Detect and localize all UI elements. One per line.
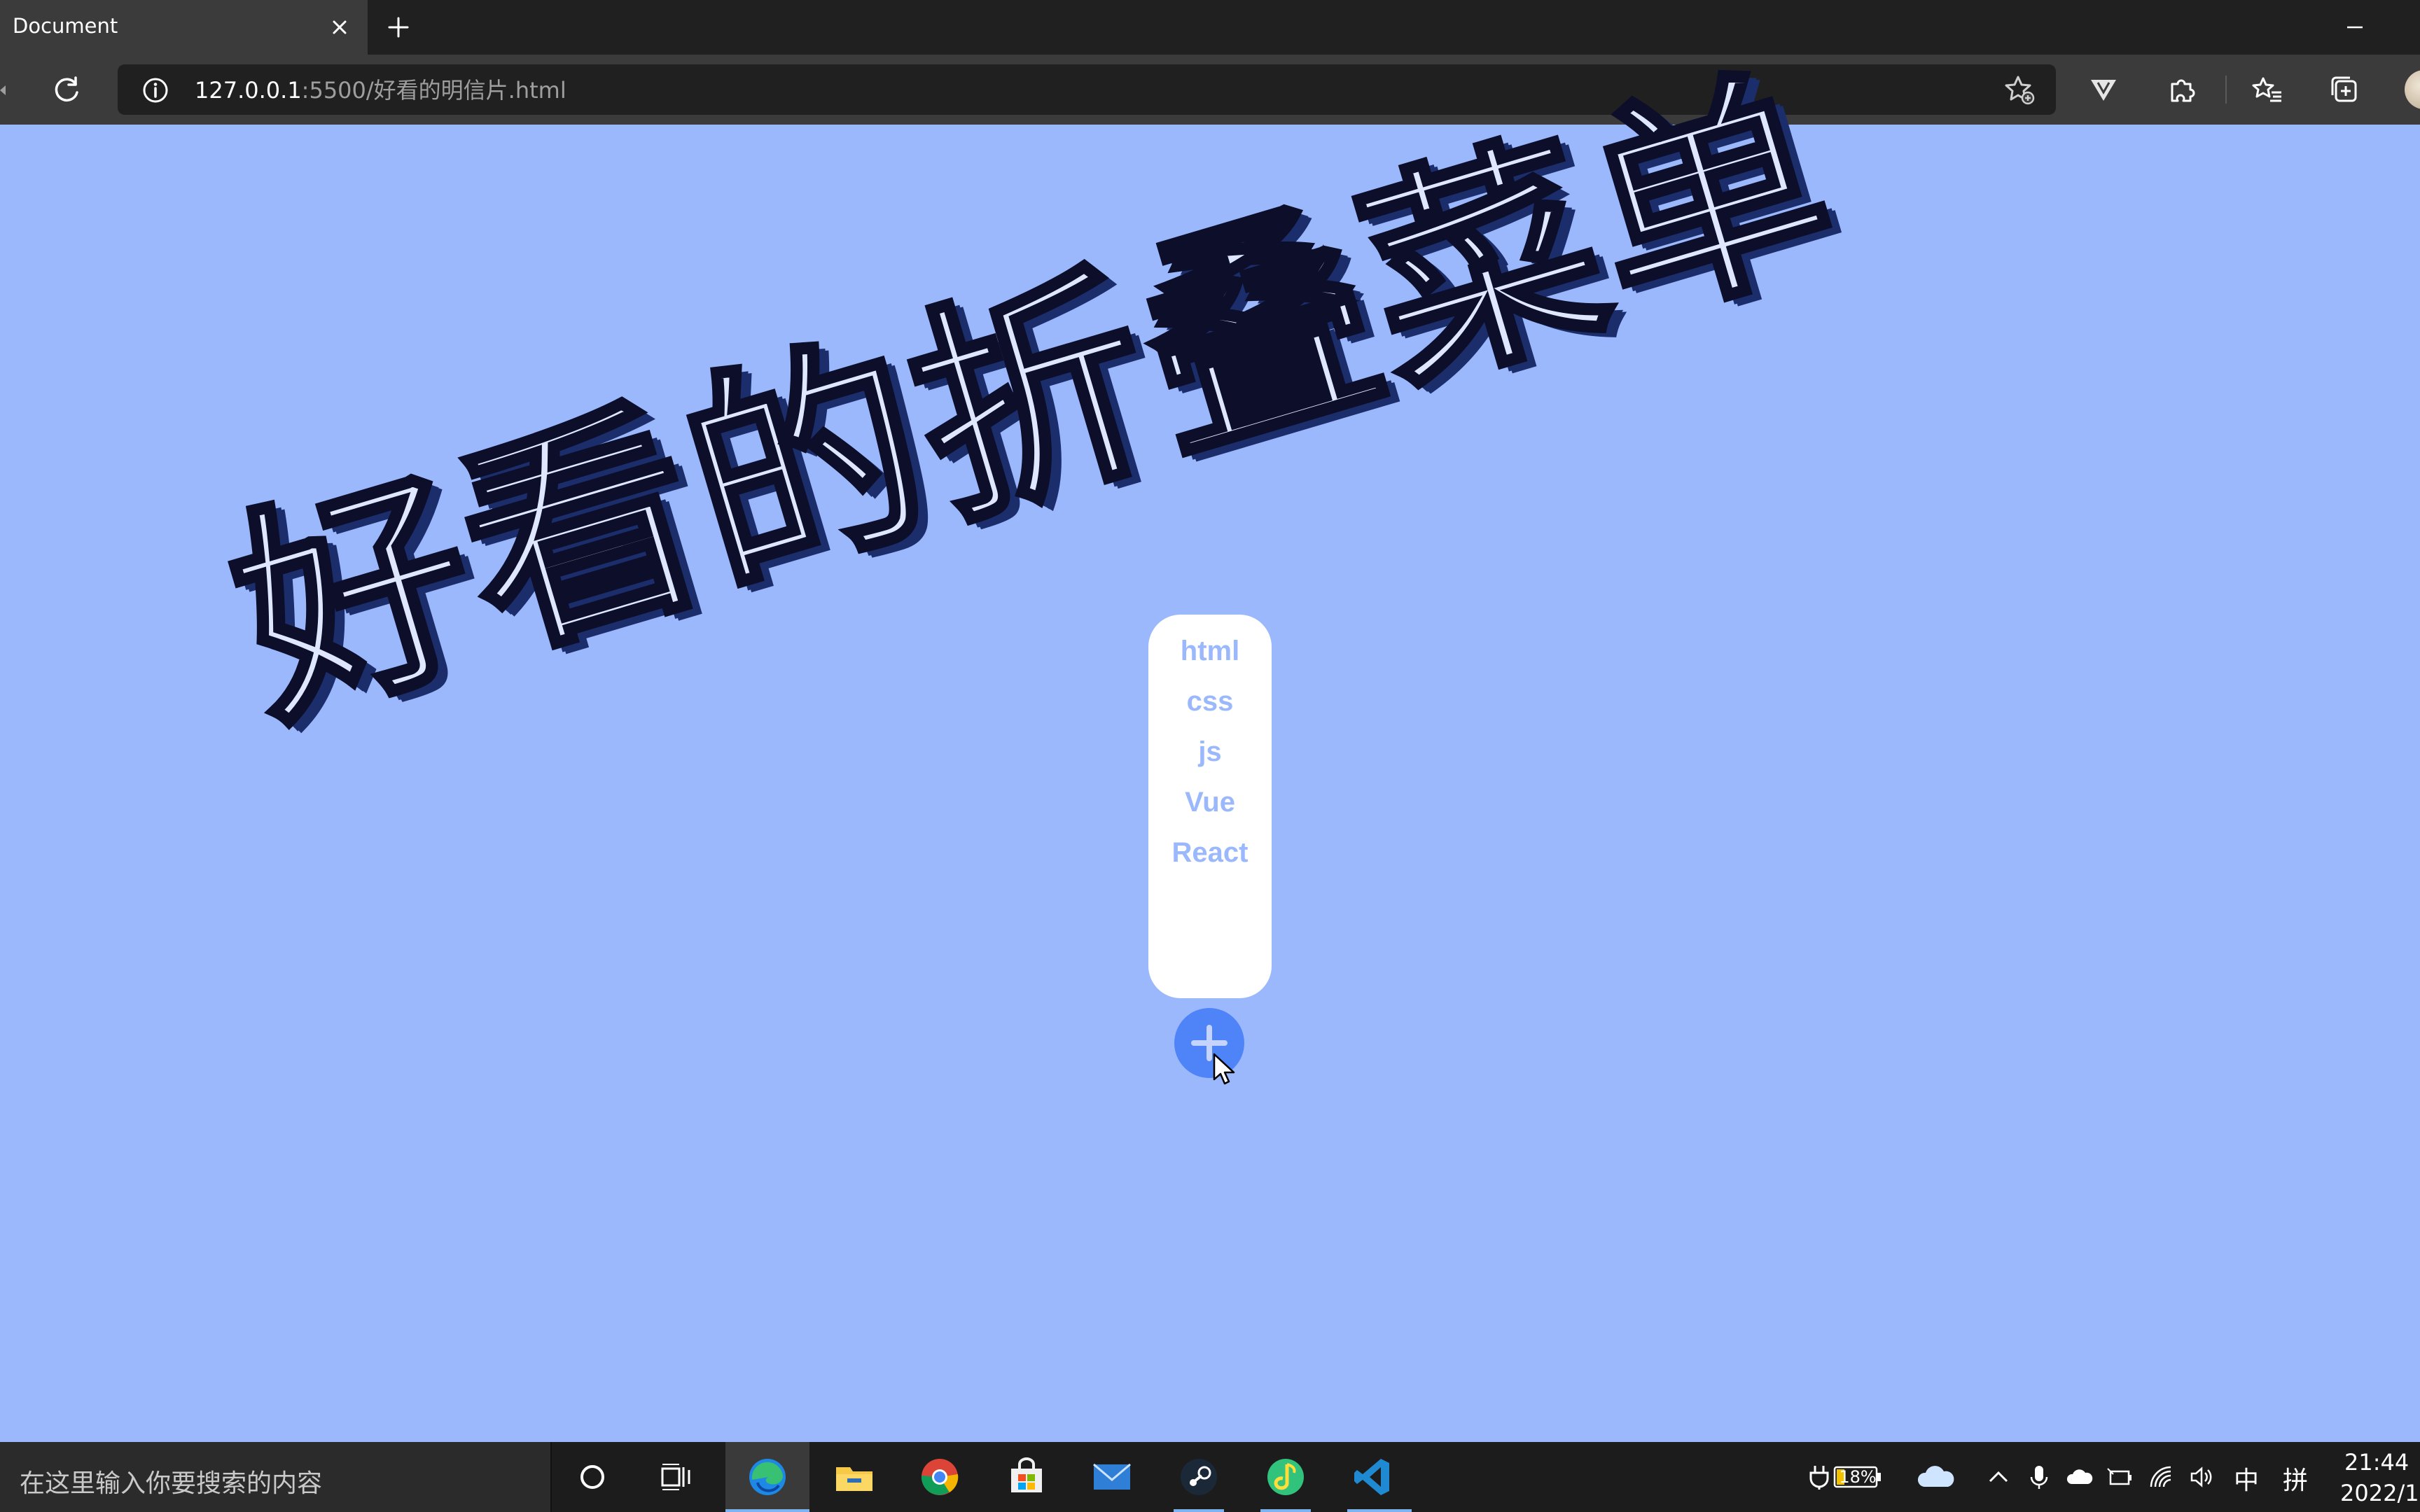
fold-menu-panel: html css js Vue React <box>1148 615 1272 998</box>
browser-toolbar: 127.0.0.1:5500/好看的明信片.html <box>0 55 2420 125</box>
url-text[interactable]: 127.0.0.1:5500/好看的明信片.html <box>195 73 566 105</box>
taskbar-active-indicator <box>725 1509 809 1512</box>
battery-indicator[interactable]: 18% <box>1833 1463 1882 1491</box>
browser-tab-strip: Document <box>0 0 2420 55</box>
edge-browser-icon[interactable] <box>745 1455 790 1499</box>
battery-percent: 18% <box>1839 1467 1877 1487</box>
power-plug-icon[interactable] <box>1805 1463 1833 1491</box>
extensions-puzzle-icon[interactable] <box>2164 71 2200 108</box>
wifi-icon[interactable] <box>2147 1463 2175 1491</box>
page-headline: 好看的折叠菜单 <box>204 33 1865 763</box>
extension-v-icon[interactable] <box>2085 71 2122 108</box>
profile-avatar[interactable] <box>2405 70 2420 109</box>
menu-item-js[interactable]: js <box>1148 727 1272 777</box>
browser-tab[interactable]: Document <box>0 0 368 55</box>
mouse-cursor-icon <box>1213 1053 1237 1086</box>
volume-icon[interactable] <box>2188 1463 2216 1491</box>
menu-item-html[interactable]: html <box>1148 626 1272 676</box>
taskbar-search-placeholder: 在这里输入你要搜索的内容 <box>20 1469 323 1498</box>
cloud-sync-icon[interactable] <box>2066 1463 2094 1491</box>
tab-title: Document <box>13 14 118 38</box>
battery-status-icon[interactable] <box>2106 1463 2134 1491</box>
steam-icon[interactable] <box>1176 1455 1221 1499</box>
taskbar-clock-time[interactable]: 21:44 <box>2344 1449 2409 1476</box>
chrome-icon[interactable] <box>917 1455 962 1499</box>
vscode-icon[interactable] <box>1350 1455 1395 1499</box>
back-arrow-icon[interactable] <box>0 80 7 101</box>
page-viewport: 好看的折叠菜单 html css js Vue React <box>0 33 2420 1442</box>
microphone-icon[interactable] <box>2025 1463 2053 1491</box>
toolbar-separator <box>2225 76 2227 104</box>
menu-item-vue[interactable]: Vue <box>1148 777 1272 827</box>
cortana-icon[interactable] <box>570 1455 615 1499</box>
minimize-window-icon[interactable] <box>2339 11 2371 43</box>
taskbar-clock-date[interactable]: 2022/1 <box>2340 1480 2419 1506</box>
url-path: :5500/好看的明信片.html <box>301 77 566 104</box>
mail-icon[interactable] <box>1090 1455 1134 1499</box>
ime-language-indicator[interactable]: 中 <box>2234 1460 2259 1497</box>
new-tab-icon[interactable] <box>382 11 415 43</box>
steam-running-indicator <box>1174 1509 1224 1512</box>
taskbar-search-box[interactable]: 在这里输入你要搜索的内容 <box>0 1442 552 1512</box>
vscode-running-indicator <box>1347 1509 1412 1512</box>
qq-music-icon[interactable] <box>1263 1455 1308 1499</box>
menu-item-css[interactable]: css <box>1148 676 1272 727</box>
menu-item-react[interactable]: React <box>1148 827 1272 878</box>
collections-icon[interactable] <box>2326 71 2363 108</box>
add-favorite-icon[interactable] <box>2001 71 2038 108</box>
url-host: 127.0.0.1 <box>195 77 302 104</box>
show-hidden-icons-chevron-icon[interactable] <box>1984 1463 2012 1491</box>
ime-mode-indicator[interactable]: 拼 <box>2283 1460 2308 1497</box>
close-tab-icon[interactable] <box>324 11 356 43</box>
qq-music-running-indicator <box>1260 1509 1311 1512</box>
onedrive-cloud-icon[interactable] <box>1914 1463 1956 1491</box>
site-info-icon[interactable] <box>140 75 171 106</box>
microsoft-store-icon[interactable] <box>1004 1455 1049 1499</box>
reload-icon[interactable] <box>49 71 85 108</box>
file-explorer-icon[interactable] <box>832 1455 877 1499</box>
favorites-icon[interactable] <box>2249 71 2286 108</box>
windows-taskbar: 在这里输入你要搜索的内容 18% 中 拼 21:44 2022/1 <box>0 1442 2420 1512</box>
task-view-icon[interactable] <box>654 1455 699 1499</box>
